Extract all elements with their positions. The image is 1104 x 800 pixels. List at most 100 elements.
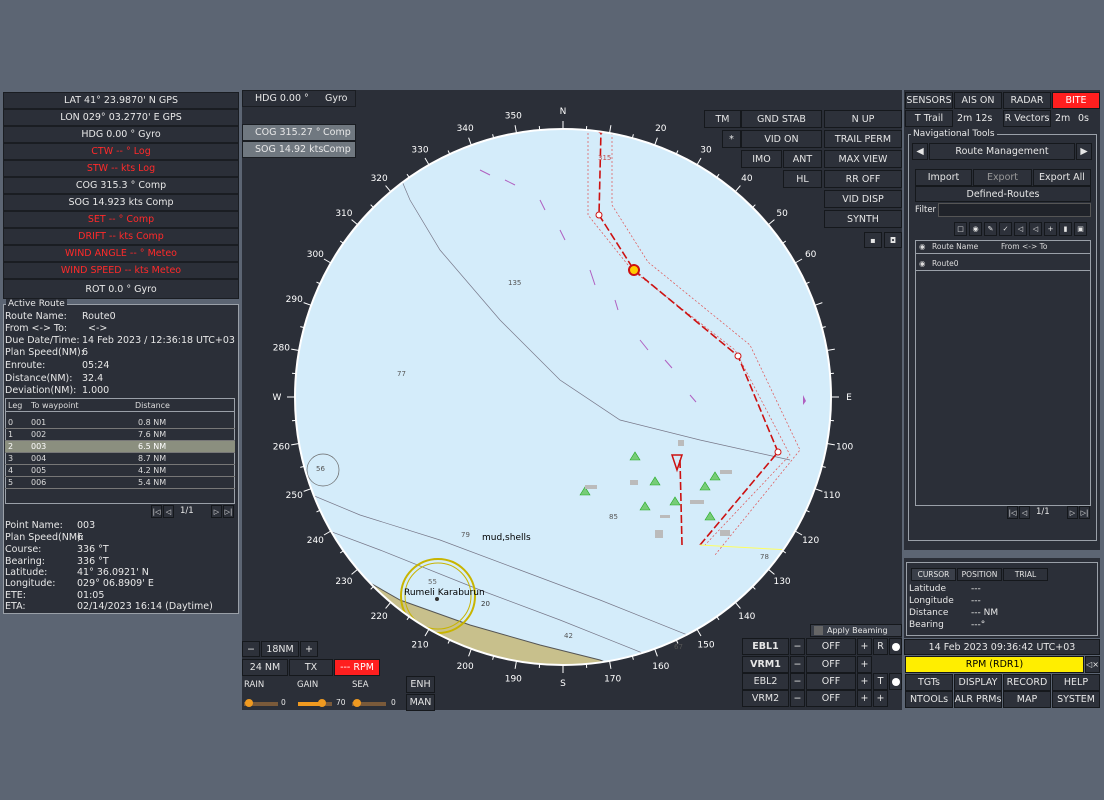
tab-cursor[interactable]: CURSOR <box>911 568 956 581</box>
first-page-button[interactable]: |◁ <box>1007 506 1018 519</box>
max-view-button[interactable]: MAX VIEW <box>824 150 902 168</box>
enh-button[interactable]: ENH <box>406 676 435 693</box>
table-row[interactable]: 3 004 8.7 NM <box>5 453 235 465</box>
ant-button[interactable]: ANT <box>783 150 822 168</box>
sensors-button[interactable]: SENSORS <box>905 92 953 109</box>
next-page-button[interactable]: ▷ <box>211 505 222 518</box>
filter-input[interactable] <box>938 203 1091 217</box>
ebl2-dot-button[interactable] <box>889 673 902 690</box>
delete-icon[interactable]: ▮ <box>1059 222 1072 236</box>
last-page-button[interactable]: ▷| <box>223 505 234 518</box>
ebl2-minus-button[interactable]: − <box>790 673 805 690</box>
system-menu-button[interactable]: SYSTEM <box>1052 691 1100 708</box>
radar-button[interactable]: RADAR <box>1003 92 1051 109</box>
check-icon[interactable]: ✓ <box>999 222 1012 236</box>
rings-button[interactable]: 24 NM <box>242 659 288 676</box>
eye-icon[interactable]: ◉ <box>919 259 926 268</box>
vrm1-minus-button[interactable]: − <box>790 656 805 673</box>
vrm2-plus2-button[interactable]: + <box>873 690 888 707</box>
rpm-button[interactable]: --- RPM <box>334 659 380 676</box>
view-icon[interactable]: ◉ <box>969 222 982 236</box>
point-name-label: Point Name: <box>5 520 63 531</box>
export-button[interactable]: Export <box>973 169 1032 186</box>
latitude-label: Latitude: <box>5 567 48 578</box>
tm-button[interactable]: TM <box>704 110 741 128</box>
alr-prms-menu-button[interactable]: ALR PRMs <box>954 691 1002 708</box>
n-up-button[interactable]: N UP <box>824 110 902 128</box>
trail-perm-button[interactable]: TRAIL PERM <box>824 130 902 148</box>
man-button[interactable]: MAN <box>406 694 435 711</box>
record-menu-button[interactable]: RECORD <box>1003 674 1051 691</box>
gain-slider-handle[interactable] <box>317 699 326 707</box>
vrm2-plus-button[interactable]: + <box>857 690 872 707</box>
tx-button[interactable]: TX <box>289 659 333 676</box>
table-row[interactable]: 1 002 7.6 NM <box>5 429 235 441</box>
ebl2-plus-button[interactable]: + <box>857 673 872 690</box>
star-button[interactable]: * <box>722 130 741 148</box>
bite-button[interactable]: BITE <box>1052 92 1100 109</box>
hl-button[interactable]: HL <box>783 170 822 188</box>
checkbox-box[interactable] <box>814 626 823 635</box>
first-page-button[interactable]: |◁ <box>151 505 162 518</box>
help-menu-button[interactable]: HELP <box>1052 674 1100 691</box>
ebl1-dot-button[interactable] <box>889 638 902 655</box>
display-menu-button[interactable]: DISPLAY <box>954 674 1002 691</box>
table-row[interactable]: 4 005 4.2 NM <box>5 465 235 477</box>
mute-icon[interactable]: ◁× <box>1085 656 1100 673</box>
imo-button[interactable]: IMO <box>741 150 782 168</box>
rr-off-button[interactable]: RR OFF <box>824 170 902 188</box>
sea-slider-handle[interactable] <box>353 699 361 707</box>
ais-on-button[interactable]: AIS ON <box>954 92 1002 109</box>
place-label: Rumeli Karaburun <box>404 588 485 598</box>
rain-slider-handle[interactable] <box>245 699 253 707</box>
t-trail-button[interactable]: T Trail <box>905 110 953 127</box>
vrm2-minus-button[interactable]: − <box>790 690 805 707</box>
table-row[interactable]: 5 006 5.4 NM <box>5 477 235 489</box>
vrm2-button[interactable]: VRM2 <box>742 690 789 707</box>
prev-page-button[interactable]: ◁ <box>163 505 174 518</box>
gnd-stab-button[interactable]: GND STAB <box>741 110 822 128</box>
ebl1-minus-button[interactable]: − <box>790 638 805 655</box>
last-page-button[interactable]: ▷| <box>1079 506 1090 519</box>
route-name-value: Route0 <box>82 311 116 322</box>
ebl2-button[interactable]: EBL2 <box>742 673 789 690</box>
ebl1-button[interactable]: EBL1 <box>742 638 789 655</box>
tab-trial[interactable]: TRIAL <box>1003 568 1048 581</box>
ebl1-plus-button[interactable]: + <box>857 638 872 655</box>
tgts-menu-button[interactable]: TGTs <box>905 674 953 691</box>
route-mgmt-next-button[interactable]: ▶ <box>1076 143 1092 160</box>
export-all-button[interactable]: Export All <box>1033 169 1091 186</box>
vid-disp-button[interactable]: VID DISP <box>824 190 902 208</box>
prev-page-button[interactable]: ◁ <box>1019 506 1030 519</box>
copy-icon[interactable]: ▣ <box>1074 222 1087 236</box>
ebl1-r-button[interactable]: R <box>873 638 888 655</box>
tab-position[interactable]: POSITION <box>957 568 1002 581</box>
camera-icon[interactable]: ◘ <box>884 232 902 248</box>
table-row[interactable]: 0 001 0.8 NM <box>5 417 235 429</box>
bearing-label: 190 <box>505 675 522 685</box>
reverse-icon[interactable]: ◁ <box>1029 222 1042 236</box>
edit-icon[interactable]: ✎ <box>984 222 997 236</box>
add-icon[interactable]: + <box>1044 222 1057 236</box>
vid-on-button[interactable]: VID ON <box>741 130 822 148</box>
route-mgmt-prev-button[interactable]: ◀ <box>912 143 928 160</box>
ebl2-t-button[interactable]: T <box>873 673 888 690</box>
range-minus-button[interactable]: − <box>242 641 260 657</box>
back-icon[interactable]: ◁ <box>1014 222 1027 236</box>
vrm1-plus-button[interactable]: + <box>857 656 872 673</box>
apply-beaming-checkbox[interactable]: Apply Beaming <box>810 624 902 637</box>
ntools-menu-button[interactable]: NTOOLs <box>905 691 953 708</box>
bearing-tick <box>385 601 392 609</box>
save-icon[interactable]: ▪ <box>864 232 882 248</box>
map-menu-button[interactable]: MAP <box>1003 691 1051 708</box>
new-route-icon[interactable]: □ <box>954 222 967 236</box>
import-button[interactable]: Import <box>915 169 972 186</box>
range-plus-button[interactable]: + <box>300 641 318 657</box>
list-item[interactable]: ◉ Route0 <box>916 258 1090 271</box>
synth-button[interactable]: SYNTH <box>824 210 902 228</box>
table-row-selected[interactable]: 2 003 6.5 NM <box>5 441 235 453</box>
vrm1-button[interactable]: VRM1 <box>742 656 789 673</box>
r-vectors-button[interactable]: R Vectors <box>1003 110 1051 127</box>
radar-hdg-source: Gyro <box>325 93 348 104</box>
next-page-button[interactable]: ▷ <box>1067 506 1078 519</box>
